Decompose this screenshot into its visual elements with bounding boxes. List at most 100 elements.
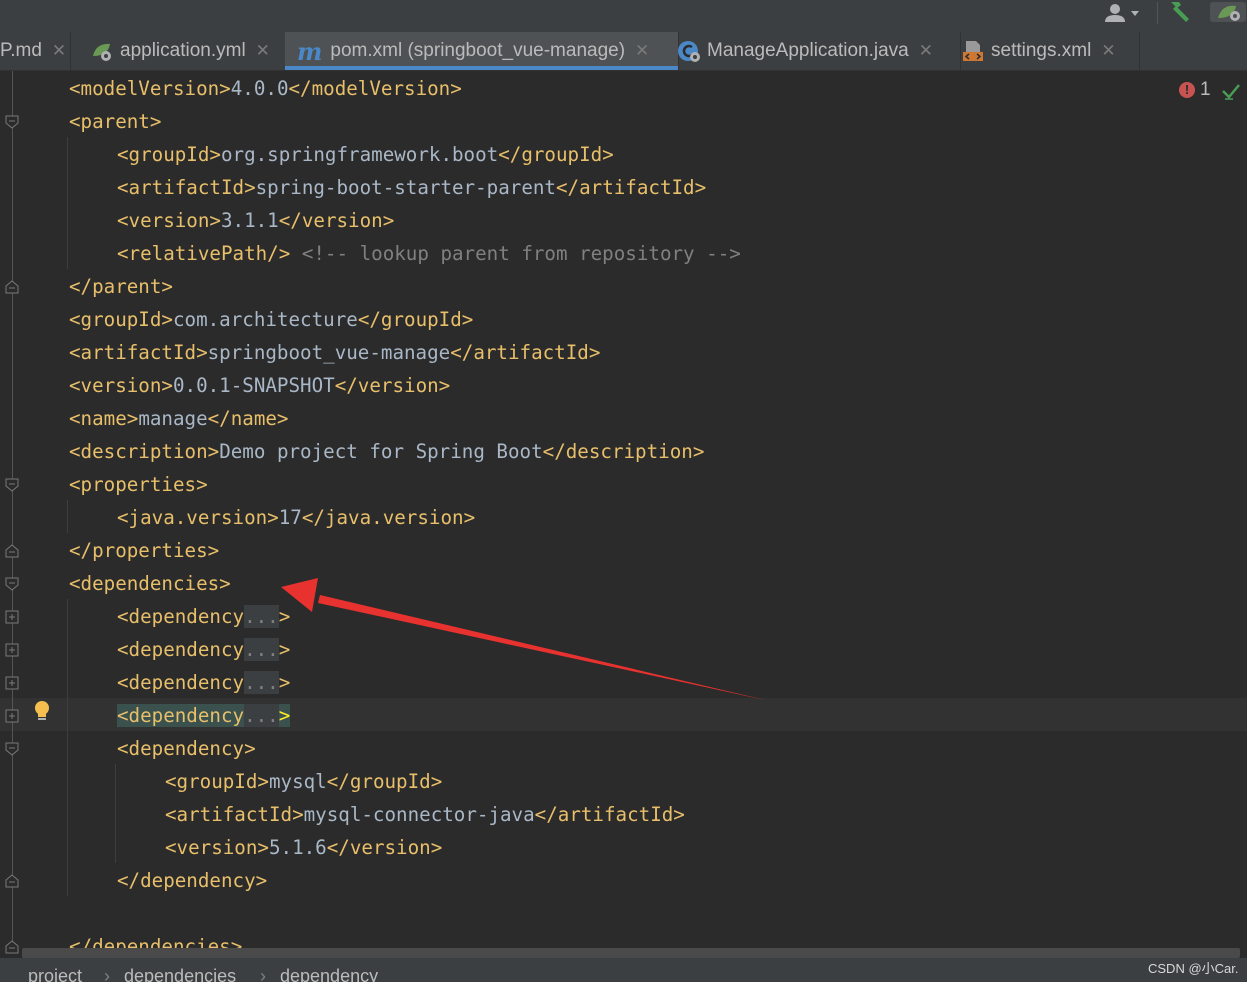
breadcrumb-item-project[interactable]: project [28, 966, 82, 982]
xml-value: Demo project for Spring Boot [219, 440, 543, 463]
tab-label: settings.xml [991, 40, 1092, 61]
code-line: <version>3.1.1</version> [117, 204, 394, 237]
xml-tag: </artifactId> [534, 803, 685, 826]
xml-value: 5.1.6 [268, 836, 327, 859]
xml-value: 0.0.1-SNAPSHOT [172, 374, 335, 397]
java-class-icon [678, 41, 700, 62]
folded-region[interactable]: ... [244, 671, 279, 694]
xml-value: manage [138, 407, 208, 430]
lightbulb-icon[interactable] [33, 700, 51, 724]
tab-application-yml[interactable]: application.yml ✕ [84, 32, 291, 70]
indent-guide [67, 500, 68, 533]
xml-tag: <dependency [117, 605, 245, 628]
code-line: </dependency> [117, 864, 267, 897]
fold-open-icon[interactable] [5, 478, 19, 492]
fold-end-icon[interactable] [5, 874, 19, 888]
code-line[interactable]: <dependency...> [117, 600, 290, 633]
chevron-right-icon: › [104, 966, 110, 982]
user-account-icon[interactable] [1103, 2, 1143, 26]
xml-tag: </groupId> [498, 143, 614, 166]
xml-tag: </artifactId> [555, 176, 707, 199]
code-line: <java.version>17</java.version> [117, 501, 475, 534]
xml-tag: <dependency [117, 638, 245, 661]
xml-value: 3.1.1 [220, 209, 279, 232]
fold-collapsed-icon[interactable] [5, 709, 19, 723]
close-icon[interactable]: ✕ [635, 41, 649, 61]
code-line: <description>Demo project for Spring Boo… [69, 435, 704, 468]
xml-tag: </modelVersion> [288, 77, 462, 100]
code-line: <parent> [69, 105, 161, 138]
build-hammer-icon[interactable] [1165, 0, 1193, 24]
xml-tag: <version> [117, 209, 221, 232]
run-configuration-icon[interactable] [1208, 0, 1247, 24]
close-icon[interactable]: ✕ [919, 41, 933, 61]
xml-tag: <java.version> [117, 506, 279, 529]
xml-value: springboot_vue-manage [207, 341, 451, 364]
watermark: CSDN @小Car. [1148, 961, 1239, 976]
code-line[interactable]: <dependency...> [117, 633, 290, 666]
code-line: <groupId>org.springframework.boot</group… [117, 138, 614, 171]
xml-tag: </version> [334, 374, 451, 397]
xml-tag: <dependencies> [69, 572, 231, 595]
xml-value: 4.0.0 [230, 77, 289, 100]
folded-region[interactable]: ... [244, 704, 279, 727]
xml-tag: <description> [69, 440, 220, 463]
inspection-widget[interactable]: ! 1 [1175, 78, 1243, 106]
xml-tag: <relativePath/> [117, 242, 291, 265]
fold-end-icon[interactable] [5, 280, 19, 294]
xml-tag: </description> [542, 440, 705, 463]
fold-collapsed-icon[interactable] [5, 676, 19, 690]
close-icon[interactable]: ✕ [52, 41, 66, 61]
top-toolbar [0, 0, 1247, 32]
tab-readme-md[interactable]: P.md ✕ [0, 32, 71, 70]
breadcrumb-item-dependency[interactable]: dependency [280, 966, 378, 982]
xml-tag: <artifactId> [165, 803, 304, 826]
close-icon[interactable]: ✕ [256, 41, 270, 61]
spring-config-icon [93, 43, 111, 61]
xml-comment: <!-- lookup parent from repository --> [290, 242, 741, 265]
code-line-current[interactable]: <dependency...> [117, 699, 291, 732]
xml-tag: <modelVersion> [69, 77, 231, 100]
horizontal-scrollbar[interactable] [22, 948, 1240, 958]
code-line: <dependencies> [69, 567, 231, 600]
breadcrumb-item-dependencies[interactable]: dependencies [124, 966, 236, 982]
code-line: </properties> [69, 534, 219, 567]
xml-file-icon [963, 41, 983, 61]
editor-tab-bar: P.md ✕ application.yml ✕ m pom.xml (spri… [0, 32, 1247, 71]
xml-tag: <groupId> [165, 770, 269, 793]
xml-tag: <parent> [69, 110, 162, 133]
close-icon[interactable]: ✕ [1101, 41, 1115, 61]
folded-region[interactable]: ... [244, 605, 279, 628]
tab-manageapplication-java[interactable]: ManageApplication.java ✕ [667, 32, 961, 70]
xml-tag: <groupId> [117, 143, 221, 166]
xml-value: com.architecture [172, 308, 358, 331]
error-icon: ! [1179, 82, 1195, 98]
code-line: <dependency> [117, 732, 256, 765]
xml-tag: <dependency [117, 671, 245, 694]
fold-collapsed-icon[interactable] [5, 610, 19, 624]
xml-tag: </version> [326, 836, 443, 859]
chevron-right-icon: › [260, 966, 266, 982]
code-line[interactable]: <dependency...> [117, 666, 290, 699]
tab-label: P.md [0, 40, 42, 61]
xml-value: spring-boot-starter-parent [255, 176, 556, 199]
fold-collapsed-icon[interactable] [5, 643, 19, 657]
xml-tag: <name> [69, 407, 139, 430]
folded-region[interactable]: ... [244, 638, 279, 661]
fold-open-icon[interactable] [5, 577, 19, 591]
fold-end-icon[interactable] [5, 544, 19, 558]
xml-tag: </version> [278, 209, 395, 232]
tab-settings-xml[interactable]: settings.xml ✕ [951, 32, 1140, 70]
fold-open-icon[interactable] [5, 115, 19, 129]
checkmark-icon [1222, 84, 1240, 100]
breadcrumb: project › dependencies › dependency [0, 958, 1247, 982]
fold-end-icon[interactable] [5, 940, 19, 954]
tab-pom-xml[interactable]: m pom.xml (springboot_vue-manage) ✕ [285, 32, 679, 70]
xml-tag: </artifactId> [450, 341, 601, 364]
fold-open-icon[interactable] [5, 742, 19, 756]
xml-value: mysql-connector-java [303, 803, 535, 826]
indent-guide [67, 599, 68, 896]
xml-tag: </java.version> [301, 506, 476, 529]
xml-tag: <groupId> [69, 308, 173, 331]
xml-tag: </properties> [69, 539, 220, 562]
